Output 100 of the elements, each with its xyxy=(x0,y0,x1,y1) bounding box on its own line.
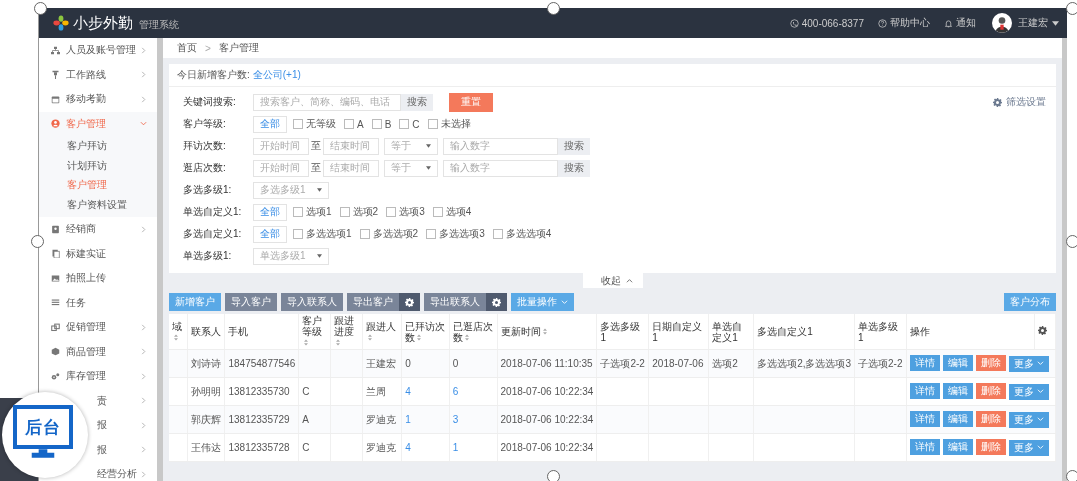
column-header[interactable]: 多选自定义1 xyxy=(753,314,855,350)
sidebar-item[interactable]: 客户管理 xyxy=(39,111,157,136)
count-link[interactable]: 1 xyxy=(405,414,411,425)
sidebar-subitem[interactable]: 计划拜访 xyxy=(39,155,157,175)
export-button[interactable]: 导出客户 xyxy=(347,293,399,311)
search-button[interactable]: 搜索 xyxy=(558,159,590,177)
sidebar-item[interactable]: 报 xyxy=(91,437,157,462)
resize-handle[interactable] xyxy=(34,2,47,15)
end-field[interactable]: 结束时间 xyxy=(323,159,379,177)
resize-handle[interactable] xyxy=(1066,470,1077,481)
search-button[interactable]: 搜索 xyxy=(401,93,433,111)
column-header[interactable]: 单选自定义1 xyxy=(708,314,754,350)
settings-button[interactable] xyxy=(399,293,420,311)
column-header[interactable]: 跟进人 xyxy=(362,314,402,350)
checkbox[interactable] xyxy=(427,119,438,129)
column-header[interactable]: 已逛店次数 xyxy=(449,314,498,350)
sidebar-item[interactable]: 人员及账号管理 xyxy=(39,38,157,63)
reset-button[interactable]: 重置 xyxy=(449,92,493,112)
all-option[interactable]: 全部 xyxy=(253,225,287,243)
action-button[interactable]: 编辑 xyxy=(942,411,973,428)
notification-link[interactable]: 通知 xyxy=(956,16,976,30)
action-button[interactable]: 详情 xyxy=(909,439,940,456)
checkbox[interactable] xyxy=(399,119,410,129)
end-field[interactable]: 结束时间 xyxy=(323,137,379,155)
sidebar-item[interactable]: 经营分析 xyxy=(91,462,157,481)
column-header[interactable]: 已拜访次数 xyxy=(401,314,450,350)
more-button[interactable]: 更多 xyxy=(1008,383,1049,400)
number-field[interactable]: 输入数字 xyxy=(443,159,558,177)
resize-handle[interactable] xyxy=(1066,235,1077,248)
column-header[interactable]: 跟进进度 xyxy=(330,314,363,350)
checkbox[interactable] xyxy=(426,229,437,239)
customer-map-button[interactable]: 客户分布 xyxy=(1004,293,1056,311)
sidebar-subitem[interactable]: 客户资料设置 xyxy=(39,194,157,214)
action-button[interactable]: 详情 xyxy=(909,411,940,428)
action-button[interactable]: 详情 xyxy=(909,355,940,372)
level-select[interactable]: 多选多级1 xyxy=(253,181,329,199)
action-button[interactable]: 编辑 xyxy=(942,439,973,456)
checkbox[interactable] xyxy=(492,229,503,239)
user-name[interactable]: 王建宏 xyxy=(1018,16,1048,30)
sidebar-item[interactable]: 任务 xyxy=(39,290,157,315)
checkbox[interactable] xyxy=(344,119,354,129)
toolbar-button[interactable]: 导入联系人 xyxy=(281,293,343,311)
all-option[interactable]: 全部 xyxy=(253,203,287,221)
sidebar-item[interactable]: 工作路线 xyxy=(39,62,157,87)
breadcrumb-link[interactable]: 首页 xyxy=(177,41,197,55)
column-header[interactable]: 联系人 xyxy=(187,314,225,350)
level-select[interactable]: 单选多级1 xyxy=(253,247,329,265)
column-header[interactable]: 域 xyxy=(169,314,188,350)
count-link[interactable]: 4 xyxy=(405,442,411,453)
count-link[interactable]: 6 xyxy=(452,386,459,397)
delete-button[interactable]: 删除 xyxy=(975,439,1006,456)
sidebar-item[interactable]: 标建实证 xyxy=(39,241,157,266)
summary-link[interactable]: 全公司(+1) xyxy=(252,68,301,82)
toolbar-button[interactable]: 导入客户 xyxy=(225,293,277,311)
checkbox[interactable] xyxy=(293,207,303,217)
column-header[interactable]: 多选多级1 xyxy=(596,314,649,350)
column-header[interactable]: 单选多级1 xyxy=(854,314,907,350)
column-header[interactable]: 日期自定义1 xyxy=(648,314,709,350)
count-link[interactable]: 1 xyxy=(452,442,459,453)
action-button[interactable]: 编辑 xyxy=(942,355,973,372)
export-button[interactable]: 导出联系人 xyxy=(424,293,486,311)
count-link[interactable]: 4 xyxy=(405,386,411,397)
scrollbar[interactable] xyxy=(1062,38,1067,481)
checkbox[interactable] xyxy=(432,207,443,217)
sidebar-item[interactable]: 责 xyxy=(91,388,157,413)
start-field[interactable]: 开始时间 xyxy=(253,137,309,155)
action-button[interactable]: 详情 xyxy=(909,383,940,400)
sidebar-item[interactable]: 报 xyxy=(91,413,157,438)
count-link[interactable]: 3 xyxy=(452,414,459,425)
sidebar-subitem[interactable]: 客户拜访 xyxy=(39,136,157,156)
avatar[interactable] xyxy=(992,13,1012,33)
resize-handle[interactable] xyxy=(547,470,560,481)
sidebar-item[interactable]: 商品管理 xyxy=(39,339,157,364)
more-button[interactable]: 更多 xyxy=(1008,439,1049,456)
sidebar-subitem[interactable]: 客户管理 xyxy=(39,175,157,195)
filter-settings-link[interactable]: 筛选设置 xyxy=(1006,95,1046,109)
number-field[interactable]: 输入数字 xyxy=(443,137,558,155)
operator-select[interactable]: 等于 xyxy=(384,159,438,177)
scrollbar[interactable] xyxy=(157,38,163,481)
help-center-link[interactable]: 帮助中心 xyxy=(890,16,930,30)
sidebar-item[interactable]: 经销商 xyxy=(39,217,157,242)
action-button[interactable]: 编辑 xyxy=(942,383,973,400)
sidebar-item[interactable]: 拍照上传 xyxy=(39,266,157,291)
search-field[interactable]: 搜索客户、简称、编码、电话 xyxy=(253,93,401,111)
checkbox[interactable] xyxy=(371,119,382,129)
checkbox[interactable] xyxy=(359,229,370,239)
more-button[interactable]: 更多 xyxy=(1008,411,1049,428)
sidebar-item[interactable]: 库存管理 xyxy=(39,364,157,389)
collapse-button[interactable]: 收起 xyxy=(582,273,643,288)
settings-icon[interactable] xyxy=(1038,326,1047,335)
delete-button[interactable]: 删除 xyxy=(975,411,1006,428)
toolbar-button[interactable]: 新增客户 xyxy=(169,293,221,311)
dropdown-button[interactable]: 批量操作 xyxy=(511,293,574,311)
start-field[interactable]: 开始时间 xyxy=(253,159,309,177)
settings-button[interactable] xyxy=(486,293,507,311)
column-header[interactable]: 客户等级 xyxy=(298,314,331,350)
checkbox[interactable] xyxy=(386,207,397,217)
column-header[interactable]: 更新时间 xyxy=(497,314,597,350)
checkbox[interactable] xyxy=(293,229,303,239)
operator-select[interactable]: 等于 xyxy=(384,137,438,155)
